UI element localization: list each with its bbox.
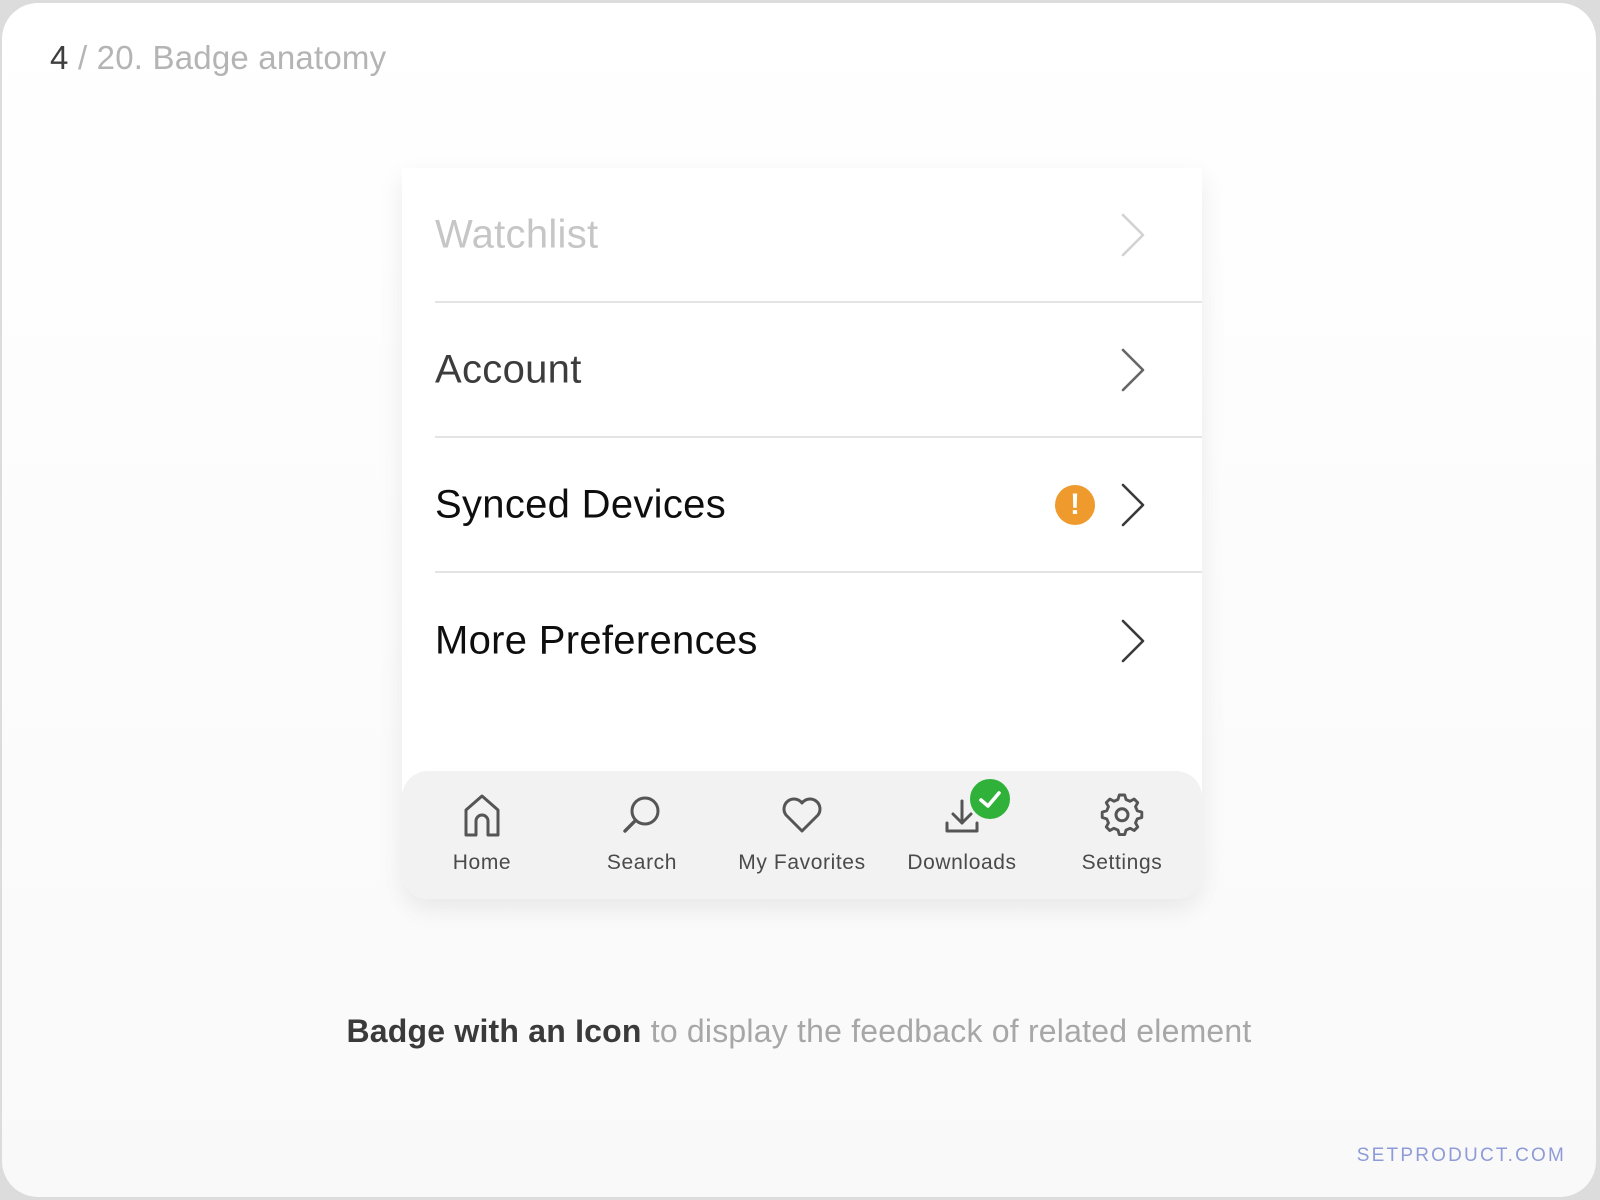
bottom-tab-bar: Home Search My Favorites Downloads Setti… (402, 771, 1202, 899)
slide-caption: Badge with an Icon to display the feedba… (2, 1013, 1596, 1050)
menu-item-label: Watchlist (435, 212, 599, 256)
phone-screen: Watchlist Account Synced Devices ! More … (402, 168, 1202, 899)
tab-label: My Favorites (738, 851, 866, 874)
tab-home[interactable]: Home (402, 771, 562, 899)
caption-emphasis: Badge with an Icon (346, 1013, 642, 1049)
search-icon (623, 796, 660, 833)
slide-number: 4 (50, 39, 69, 76)
menu-item-more-preferences[interactable]: More Preferences (435, 573, 1202, 708)
chevron-right-icon (1121, 348, 1145, 391)
chevron-right-icon (1121, 619, 1145, 662)
gear-icon (1100, 793, 1144, 837)
menu-item-account[interactable]: Account (435, 303, 1202, 438)
slide-title-text: / 20. Badge anatomy (77, 39, 387, 76)
brand-link[interactable]: SETPRODUCT.COM (1357, 1145, 1566, 1167)
slide-title: 4 / 20. Badge anatomy (50, 39, 386, 77)
tab-label: Downloads (907, 851, 1017, 874)
alert-badge: ! (1055, 484, 1095, 525)
caption-rest: to display the feedback of related eleme… (641, 1013, 1252, 1049)
tab-label: Settings (1081, 851, 1163, 874)
tab-label: Search (606, 851, 678, 874)
home-icon (464, 794, 500, 837)
heart-icon (782, 797, 822, 833)
tab-my-favorites[interactable]: My Favorites (722, 771, 882, 899)
menu-item-watchlist[interactable]: Watchlist (435, 168, 1202, 303)
menu-item-label: Account (435, 347, 582, 391)
chevron-right-icon (1121, 213, 1145, 256)
menu-item-label: More Preferences (435, 618, 758, 662)
menu-item-synced-devices[interactable]: Synced Devices ! (435, 438, 1202, 573)
success-badge (968, 777, 1012, 821)
chevron-right-icon (1121, 483, 1145, 526)
menu-item-label: Synced Devices (435, 482, 726, 526)
tab-settings[interactable]: Settings (1042, 771, 1202, 899)
tab-downloads[interactable]: Downloads (882, 771, 1042, 899)
tab-search[interactable]: Search (562, 771, 722, 899)
tab-label: Home (452, 851, 512, 874)
check-icon (979, 791, 1001, 808)
slide-frame: 4 / 20. Badge anatomy Watchlist Account … (2, 3, 1596, 1197)
